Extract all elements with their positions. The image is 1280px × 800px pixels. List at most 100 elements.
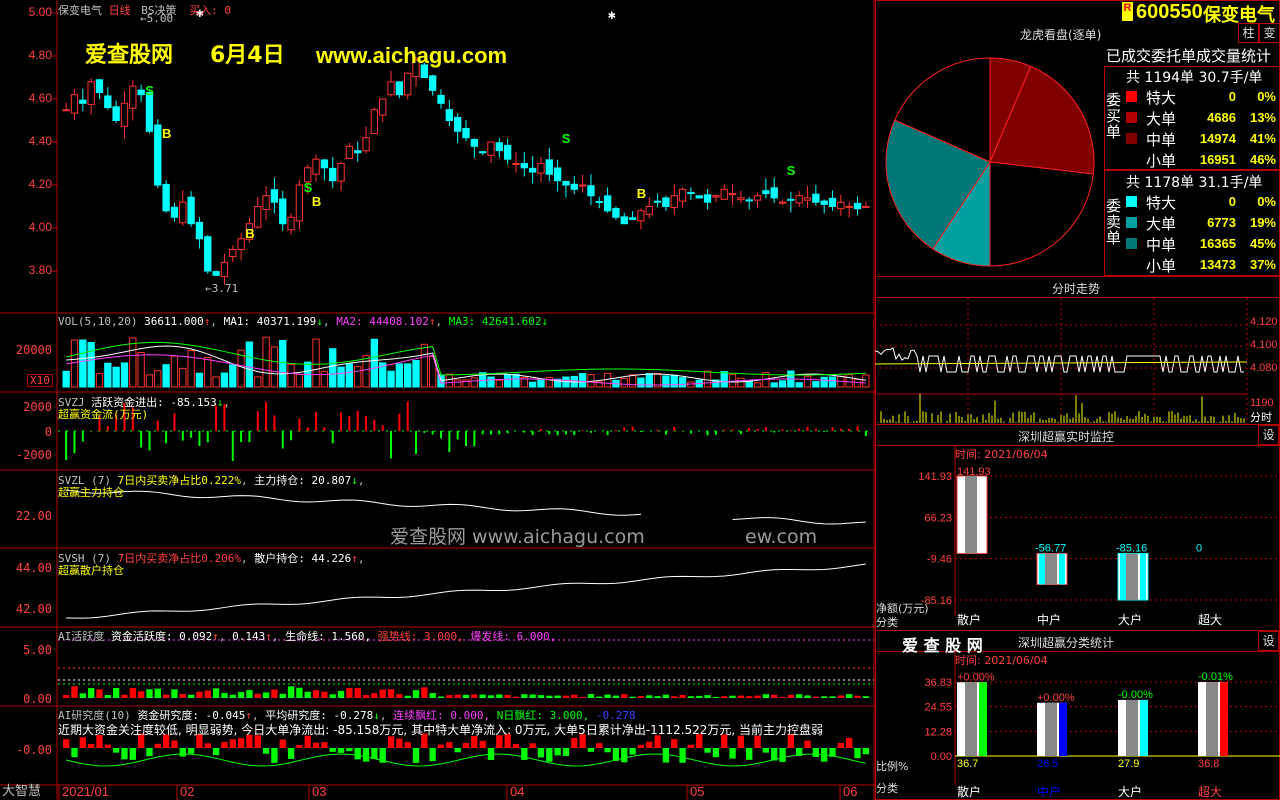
monitor-bar-edge: [1039, 553, 1045, 585]
stat-row: 大单 4686 13%: [1124, 108, 1280, 128]
row-label: 特大: [1146, 89, 1177, 107]
volume-bar: [862, 374, 870, 388]
activity-bar: [446, 695, 453, 698]
volume-bar: [503, 374, 512, 388]
low-marker: ←3.71: [205, 282, 239, 295]
candle-body: [212, 271, 220, 276]
research-bar: [679, 748, 686, 763]
activity-bar: [821, 696, 828, 698]
stock-code: 600550: [1136, 1, 1203, 23]
legend-swatch: [1126, 112, 1137, 123]
row-value: 0: [1228, 194, 1236, 209]
research-bar: [279, 739, 286, 748]
price-tick: 5.00: [28, 5, 52, 19]
activity-bar: [71, 686, 78, 698]
stat-settings-button[interactable]: 设: [1258, 631, 1279, 651]
volume-tick: 20000: [15, 343, 52, 357]
research-bar: [204, 743, 211, 748]
activity-bar: [429, 693, 436, 698]
research-bar: [312, 742, 320, 748]
activity-bar: [546, 695, 553, 698]
stat-bar-edge: [979, 682, 987, 756]
svsh-tick-2: 42.00: [15, 602, 52, 616]
sell-marker: S: [304, 180, 313, 195]
row-percent: 0%: [1257, 194, 1276, 209]
volume-bar: [95, 373, 104, 388]
sell-marker: S: [145, 83, 154, 98]
candle-body: [645, 206, 653, 215]
candle-body: [229, 249, 237, 258]
pie-slice: [989, 161, 1094, 267]
activity-bar: [479, 694, 486, 698]
research-bar: [212, 748, 220, 756]
candle-body: [179, 201, 187, 224]
legend-swatch: [1126, 238, 1137, 249]
monitor-bar-chart: 141.9366.23-9.46-85.16141.93-56.77 -85.16…: [918, 446, 1280, 627]
candle-body: [95, 79, 104, 94]
candle-body: [637, 210, 645, 222]
research-bar: [154, 743, 161, 748]
research-bar: [362, 748, 370, 762]
activity-bar: [162, 694, 170, 698]
stat-row: 中单 14974 41%: [1124, 129, 1280, 149]
candle-body: [254, 206, 262, 228]
stat-bar-edge: [1140, 699, 1148, 756]
research-bar: [146, 748, 153, 757]
stat-bar-edge: [1220, 682, 1228, 756]
date-tick: 06: [843, 784, 858, 799]
intraday-chart[interactable]: [875, 298, 1280, 424]
period-label[interactable]: 日线: [109, 4, 131, 17]
row-value: 13473: [1199, 257, 1236, 272]
volume-bar: [312, 338, 320, 388]
candle-body: [495, 142, 503, 152]
legend-swatch: [1126, 259, 1137, 270]
research-bar: [112, 748, 120, 753]
volume-unit-badge[interactable]: X10: [27, 374, 53, 387]
research-bar: [796, 748, 803, 756]
tab-column[interactable]: 柱: [1238, 23, 1259, 43]
candle-body: [803, 197, 812, 201]
candle-body: [737, 197, 745, 201]
research-bar: [621, 748, 628, 763]
candle-body: [537, 163, 545, 174]
stat-bar-edge: [1059, 702, 1067, 756]
stat-category: 散户: [957, 784, 981, 799]
activity-bars: [58, 639, 874, 763]
volume-bar: [62, 370, 70, 388]
volume-bar: [345, 363, 354, 388]
activity-bar: [729, 695, 736, 698]
high-marker: ←5.00: [140, 12, 174, 25]
research-bar: [404, 741, 411, 748]
research-line: [66, 753, 866, 767]
stat-ytick: 24.55: [924, 702, 952, 714]
research-bar: [729, 748, 736, 759]
row-label: 小单: [1146, 152, 1177, 170]
research-bar: [471, 735, 478, 748]
research-bar: [837, 742, 845, 748]
activity-bar: [196, 691, 203, 698]
monitor-settings-button[interactable]: 设: [1258, 425, 1279, 445]
candle-body: [503, 144, 512, 160]
candle-body: [595, 201, 603, 204]
stat-top-label: -0.00%: [1118, 689, 1153, 701]
volume-bar: [445, 373, 454, 388]
volume-bar: [70, 339, 79, 388]
monitor-value-label: -56.77: [1035, 542, 1066, 554]
tab-change[interactable]: 变: [1259, 23, 1280, 43]
row-label: 大单: [1146, 110, 1177, 128]
research-bar: [446, 742, 453, 748]
intraday-tick-1: 4.120: [1250, 316, 1278, 328]
activity-bar: [396, 694, 403, 698]
buy-total: 共 1194单 30.7手/单: [1126, 70, 1263, 86]
volume-bar: [454, 379, 462, 388]
candle-body: [79, 99, 87, 104]
research-bar: [79, 737, 86, 748]
candle-body: [129, 85, 137, 109]
activity-bar: [637, 696, 645, 698]
candle-body: [320, 159, 329, 169]
candle-body: [312, 158, 320, 175]
research-bar: [737, 735, 745, 748]
candle-body: [270, 189, 279, 203]
activity-bar: [696, 695, 703, 698]
activity-bar: [471, 694, 478, 698]
